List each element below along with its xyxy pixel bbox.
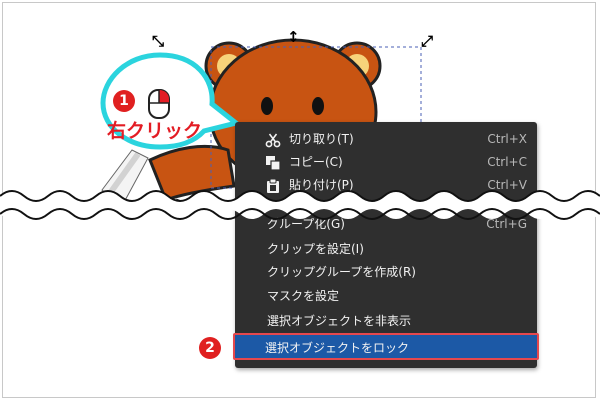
image-break-wave xyxy=(0,190,600,220)
canvas[interactable]: ⤡ ↕ ⤢ 1 右クリック 切り取り(T) Ctrl+X コピー(C) Ctrl… xyxy=(0,0,600,400)
